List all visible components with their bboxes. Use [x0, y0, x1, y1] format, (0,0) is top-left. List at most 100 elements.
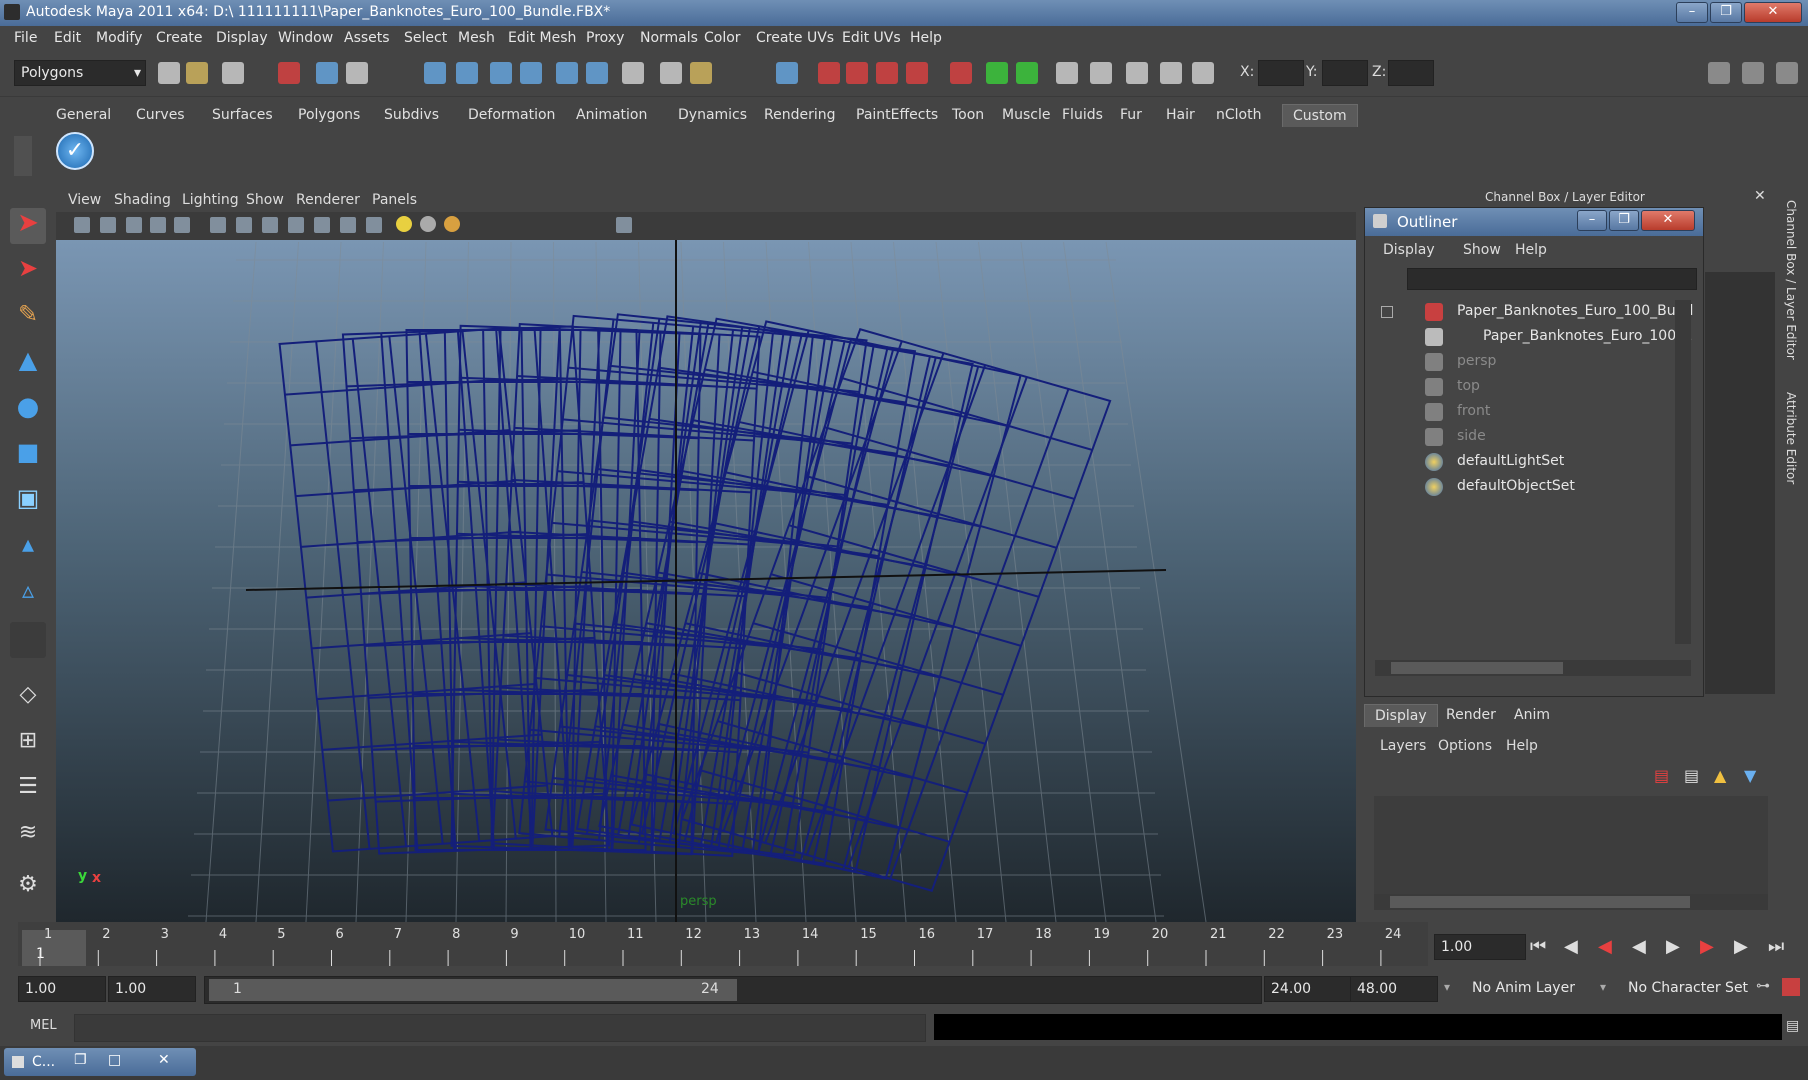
viewport-tool-11-icon[interactable] — [340, 217, 356, 233]
anim-start-field[interactable]: 1.00 — [18, 976, 106, 1002]
time-slider[interactable]: 1 12345678910111213141516171819202122232… — [18, 922, 1428, 966]
shelf-tab-fluids[interactable]: Fluids — [1052, 104, 1113, 126]
play-forwards-icon[interactable]: ▶ — [1666, 936, 1680, 957]
menu-proxy[interactable]: Proxy — [586, 30, 624, 46]
menu-edit-mesh[interactable]: Edit Mesh — [508, 30, 576, 46]
lasso-tool-icon[interactable]: ➤ — [10, 254, 46, 290]
shelf-tab-surfaces[interactable]: Surfaces — [202, 104, 283, 126]
tool-22-icon[interactable] — [986, 62, 1008, 84]
z-field[interactable] — [1388, 60, 1434, 86]
viewport-tool-4-icon[interactable] — [150, 217, 166, 233]
toggle-attribute-editor-icon[interactable] — [1708, 62, 1730, 84]
viewport-tool-2-icon[interactable] — [100, 217, 116, 233]
hypershade-icon[interactable] — [776, 62, 798, 84]
snap-plane-icon[interactable] — [520, 62, 542, 84]
scale-tool-icon[interactable]: ■ — [10, 438, 46, 474]
close-icon[interactable]: ✕ — [158, 1052, 170, 1068]
outliner-menu-display[interactable]: Display — [1383, 242, 1435, 258]
menu-color[interactable]: Color — [704, 30, 741, 46]
anim-layer-select[interactable]: No Anim Layer — [1466, 976, 1602, 1000]
show-manipulator-icon[interactable]: ▵ — [10, 576, 46, 612]
go-to-start-icon[interactable]: ⏮ — [1530, 936, 1546, 957]
layer-tab-display[interactable]: Display — [1364, 704, 1438, 727]
last-tool-slot[interactable] — [10, 622, 46, 658]
menu-edit-uvs[interactable]: Edit UVs — [842, 30, 901, 46]
show-hide-icon[interactable] — [818, 62, 840, 84]
new-layer-selected-icon[interactable]: ▤ — [1684, 766, 1706, 788]
maximize-button[interactable]: ❐ — [1710, 2, 1742, 23]
menu-set-select[interactable]: Polygons ▾ — [14, 60, 146, 86]
universal-manipulator-icon[interactable]: ▣ — [10, 484, 46, 520]
viewport-tool-1-icon[interactable] — [74, 217, 90, 233]
range-start-field[interactable]: 1.00 — [108, 976, 196, 1002]
current-time-field[interactable]: 1.00 — [1434, 934, 1526, 960]
viewport-tool-6-icon[interactable] — [210, 217, 226, 233]
layout-graph-icon[interactable]: ≋ — [10, 820, 46, 856]
outliner-item[interactable]: Paper_Banknotes_Euro_100_E — [1373, 325, 1692, 349]
range-bar[interactable]: 1 24 — [204, 976, 1262, 1004]
viewport-menu-panels[interactable]: Panels — [372, 192, 417, 208]
save-scene-icon[interactable] — [222, 62, 244, 84]
menu-mesh[interactable]: Mesh — [458, 30, 495, 46]
viewport-menu-shading[interactable]: Shading — [114, 192, 171, 208]
outliner-horizontal-scrollbar[interactable] — [1375, 660, 1691, 676]
layer-menu-help[interactable]: Help — [1506, 738, 1538, 754]
tool-23-icon[interactable] — [1016, 62, 1038, 84]
tool-27-icon[interactable] — [1160, 62, 1182, 84]
shelf-options-handle[interactable] — [14, 136, 32, 176]
select-object-icon[interactable] — [316, 62, 338, 84]
select-component-icon[interactable] — [346, 62, 368, 84]
outliner-item[interactable]: front — [1373, 400, 1673, 424]
x-field[interactable] — [1258, 60, 1304, 86]
shelf-tab-subdivs[interactable]: Subdivs — [374, 104, 449, 126]
viewport-menu-show[interactable]: Show — [246, 192, 284, 208]
construction-history-icon[interactable] — [586, 62, 608, 84]
shelf-tab-muscle[interactable]: Muscle — [992, 104, 1060, 126]
layer-scroll-thumb[interactable] — [1390, 896, 1690, 908]
script-editor-icon[interactable]: ▤ — [1786, 1018, 1802, 1036]
layer-menu-options[interactable]: Options — [1438, 738, 1492, 754]
outliner-item[interactable]: top — [1373, 375, 1673, 399]
outliner-close-button[interactable]: ✕ — [1641, 210, 1695, 231]
tool-21-icon[interactable] — [950, 62, 972, 84]
close-icon[interactable]: ✕ — [1754, 189, 1768, 203]
range-handle[interactable]: 1 24 — [209, 979, 737, 1001]
chevron-down-icon[interactable]: ▾ — [1600, 980, 1606, 994]
viewport-tool-3-icon[interactable] — [126, 217, 142, 233]
snap-curve-icon[interactable] — [456, 62, 478, 84]
outliner-search-input[interactable] — [1407, 268, 1697, 290]
range-end-field[interactable]: 24.00 — [1264, 976, 1352, 1002]
move-up-layer-icon[interactable]: ▲ — [1714, 766, 1736, 788]
tool-28-icon[interactable] — [1192, 62, 1214, 84]
layout-outliner-icon[interactable]: ☰ — [10, 774, 46, 810]
menu-create[interactable]: Create — [156, 30, 203, 46]
perspective-viewport[interactable]: y x persp — [56, 240, 1356, 922]
menu-window[interactable]: Window — [278, 30, 333, 46]
menu-select[interactable]: Select — [404, 30, 447, 46]
layer-tab-anim[interactable]: Anim — [1504, 704, 1560, 726]
character-set-select[interactable]: No Character Set — [1622, 976, 1764, 1000]
key-icon[interactable]: ⊶ — [1756, 978, 1770, 994]
render-settings-icon[interactable] — [690, 62, 712, 84]
menu-file[interactable]: File — [14, 30, 37, 46]
minimize-button[interactable]: – — [1676, 2, 1708, 23]
menu-edit[interactable]: Edit — [54, 30, 81, 46]
side-tab-channel-box[interactable]: Channel Box / Layer Editor — [1780, 200, 1806, 380]
shelf-tab-rendering[interactable]: Rendering — [754, 104, 846, 126]
viewport-tool-8-icon[interactable] — [262, 217, 278, 233]
shelf-tab-dynamics[interactable]: Dynamics — [668, 104, 757, 126]
viewport-menu-view[interactable]: View — [68, 192, 101, 208]
viewport-tool-10-icon[interactable] — [314, 217, 330, 233]
shelf-tab-deformation[interactable]: Deformation — [458, 104, 565, 126]
tool-26-icon[interactable] — [1126, 62, 1148, 84]
make-live-icon[interactable] — [556, 62, 578, 84]
outliner-item[interactable]: side — [1373, 425, 1673, 449]
go-to-end-icon[interactable]: ⏭ — [1768, 936, 1784, 957]
snap-grid-icon[interactable] — [424, 62, 446, 84]
anim-end-field[interactable]: 48.00 — [1350, 976, 1438, 1002]
new-layer-icon[interactable]: ▤ — [1654, 766, 1676, 788]
collapse-icon[interactable] — [1381, 306, 1393, 318]
menu-assets[interactable]: Assets — [344, 30, 390, 46]
shelf-tab-fur[interactable]: Fur — [1110, 104, 1152, 126]
shelf-tab-hair[interactable]: Hair — [1156, 104, 1205, 126]
